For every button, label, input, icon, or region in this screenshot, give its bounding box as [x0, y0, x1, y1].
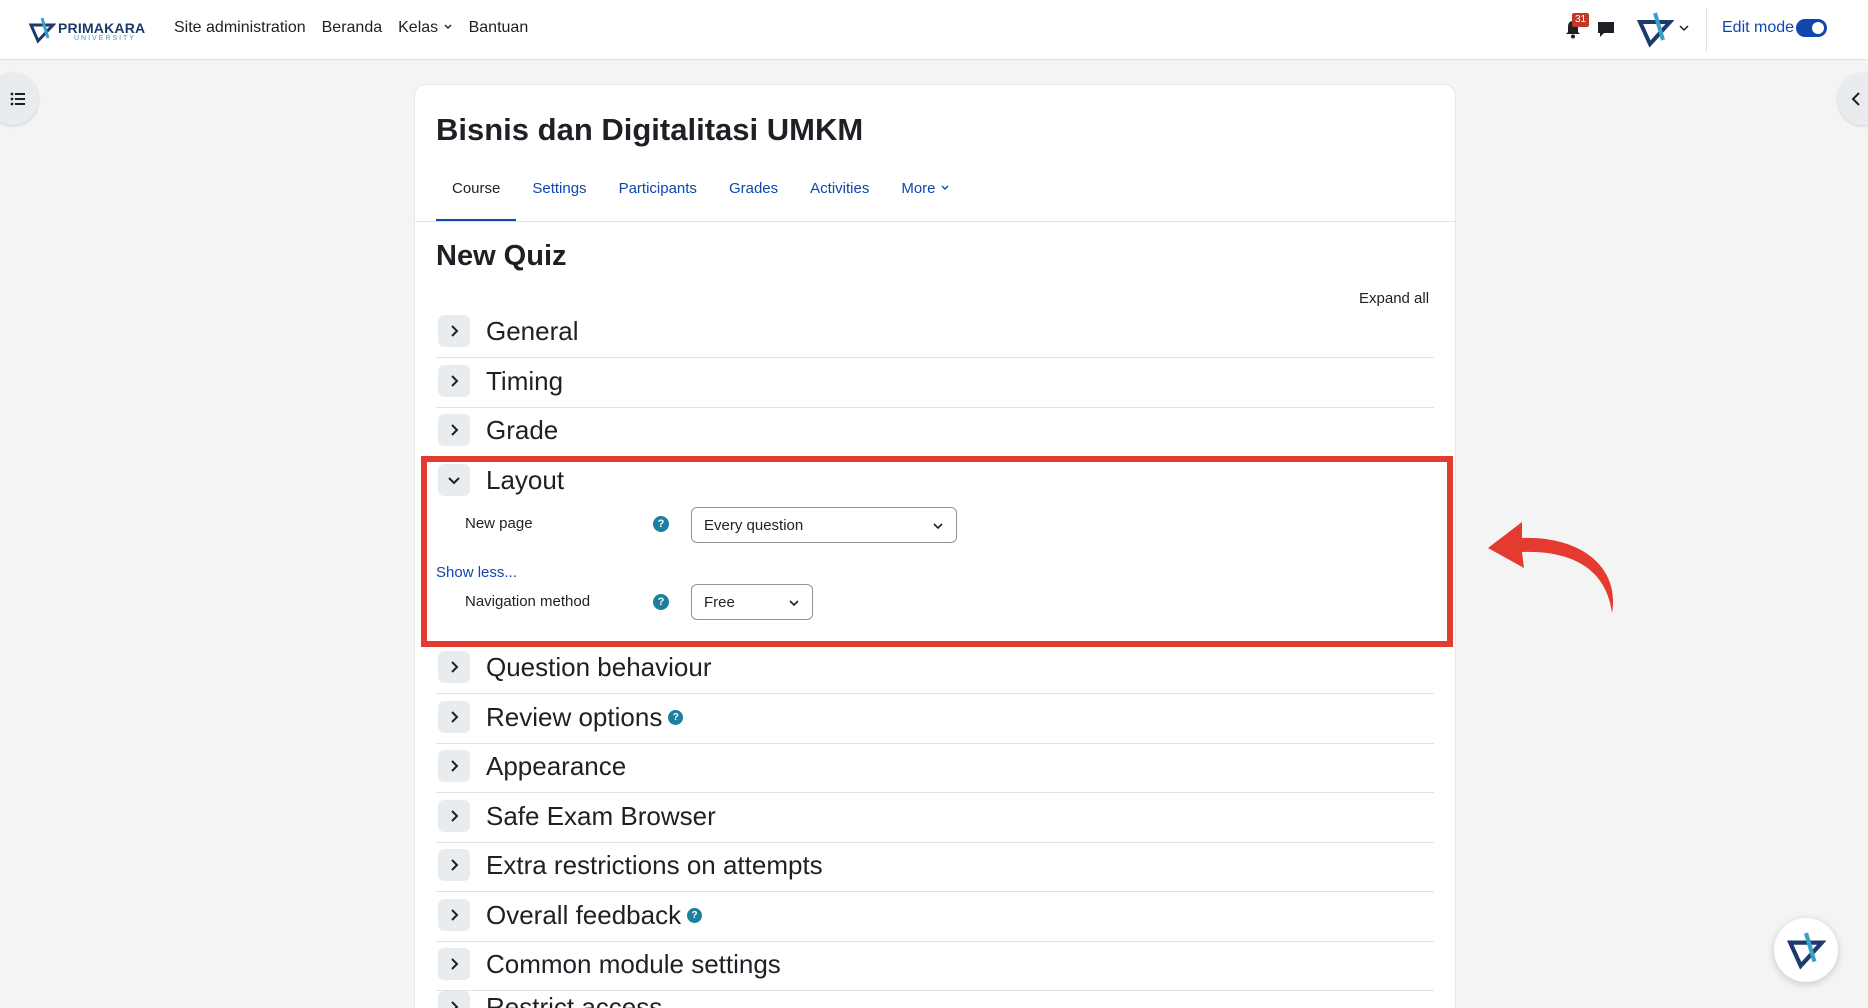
section-safe-exam-browser: Safe Exam Browser: [436, 793, 1434, 843]
logo-subtext: UNIVERSITY: [74, 35, 137, 42]
tab-more[interactable]: More: [885, 180, 965, 222]
section-general: General: [436, 308, 1434, 358]
section-toggle[interactable]: [438, 849, 470, 881]
section-toggle[interactable]: [438, 701, 470, 733]
edit-mode-toggle[interactable]: [1796, 19, 1827, 37]
chevron-right-icon: [451, 909, 459, 921]
section-appearance: Appearance: [436, 743, 1434, 793]
tab-grades[interactable]: Grades: [713, 180, 794, 222]
chevron-right-icon: [451, 810, 459, 822]
course-tabs: Course Settings Participants Grades Acti…: [436, 180, 966, 222]
help-icon[interactable]: ?: [668, 710, 684, 725]
chevron-right-icon: [451, 859, 459, 871]
section-title[interactable]: Restrict access: [486, 992, 662, 1008]
section-title[interactable]: Common module settings: [486, 949, 781, 980]
tab-activities[interactable]: Activities: [794, 180, 885, 222]
user-menu-chevron-down-icon[interactable]: [1678, 22, 1690, 34]
tab-more-label: More: [901, 180, 936, 197]
chevron-down-icon: [941, 185, 949, 190]
section-title[interactable]: Review options?: [486, 702, 684, 733]
block-drawer-toggle[interactable]: [1838, 73, 1868, 125]
page-title: New Quiz: [436, 240, 567, 272]
logo-star-icon: [28, 17, 56, 44]
chevron-right-icon: [451, 711, 459, 723]
section-title[interactable]: Appearance: [486, 751, 626, 782]
tab-settings[interactable]: Settings: [516, 180, 602, 222]
section-toggle[interactable]: [438, 800, 470, 832]
nav-beranda[interactable]: Beranda: [322, 19, 383, 37]
curved-arrow-icon: [1488, 522, 1614, 613]
notification-count-badge: 31: [1572, 13, 1590, 27]
chevron-left-icon: [1851, 92, 1860, 106]
chevron-right-icon: [451, 375, 459, 387]
nav-kelas[interactable]: Kelas: [398, 19, 452, 37]
section-title[interactable]: Extra restrictions on attempts: [486, 850, 823, 881]
section-overall-feedback: Overall feedback?: [436, 892, 1434, 942]
chevron-down-icon: [444, 24, 452, 29]
chevron-right-icon: [451, 958, 459, 970]
section-toggle[interactable]: [438, 899, 470, 931]
section-title[interactable]: Timing: [486, 366, 563, 397]
chevron-right-icon: [451, 1001, 459, 1008]
section-title[interactable]: Question behaviour: [486, 652, 711, 683]
nav-kelas-label: Kelas: [398, 19, 439, 36]
section-toggle[interactable]: [438, 365, 470, 397]
tabs-divider: [414, 221, 1456, 222]
navbar-divider: [1706, 8, 1707, 52]
section-toggle[interactable]: [438, 651, 470, 683]
primakara-logo[interactable]: PRIMAKARA UNIVERSITY: [28, 14, 145, 46]
section-title[interactable]: Grade: [486, 415, 558, 446]
chevron-right-icon: [451, 325, 459, 337]
list-icon: [10, 92, 25, 106]
primakara-logo-icon: [1786, 932, 1826, 970]
section-toggle[interactable]: [438, 750, 470, 782]
chevron-right-icon: [451, 424, 459, 436]
tab-course[interactable]: Course: [436, 180, 517, 222]
section-question-behaviour: Question behaviour: [436, 644, 1434, 694]
user-avatar[interactable]: [1636, 10, 1674, 48]
section-grade: Grade: [436, 407, 1434, 457]
logo-text: PRIMAKARA: [58, 20, 146, 36]
section-toggle[interactable]: [438, 991, 470, 1008]
tab-participants[interactable]: Participants: [603, 180, 713, 222]
nav-site-administration[interactable]: Site administration: [174, 19, 306, 37]
section-title-text: Review options: [486, 702, 663, 732]
edit-mode-label: Edit mode: [1722, 19, 1795, 36]
section-title[interactable]: Overall feedback?: [486, 900, 703, 931]
section-restrict-access: Restrict access: [436, 984, 1434, 1008]
section-title[interactable]: Safe Exam Browser: [486, 801, 716, 832]
section-toggle[interactable]: [438, 315, 470, 347]
highlight-box: [421, 456, 1453, 647]
section-review-options: Review options?: [436, 694, 1434, 744]
expand-all-link[interactable]: Expand all: [1359, 290, 1429, 307]
chevron-right-icon: [451, 760, 459, 772]
messages-icon[interactable]: [1596, 19, 1616, 39]
section-title[interactable]: General: [486, 316, 579, 347]
top-navbar: PRIMAKARA UNIVERSITY Site administration…: [0, 0, 1868, 60]
nav-bantuan[interactable]: Bantuan: [469, 19, 529, 37]
section-toggle[interactable]: [438, 414, 470, 446]
section-timing: Timing: [436, 358, 1434, 408]
primary-navigation: Site administration Beranda Kelas Bantua…: [174, 19, 528, 37]
course-index-drawer-toggle[interactable]: [0, 73, 38, 125]
floating-help-button[interactable]: [1774, 918, 1838, 982]
section-extra-restrictions: Extra restrictions on attempts: [436, 842, 1434, 892]
section-title-text: Overall feedback: [486, 900, 682, 930]
section-toggle[interactable]: [438, 948, 470, 980]
chevron-right-icon: [451, 661, 459, 673]
course-title: Bisnis dan Digitalitasi UMKM: [436, 112, 864, 147]
help-icon[interactable]: ?: [687, 908, 703, 923]
